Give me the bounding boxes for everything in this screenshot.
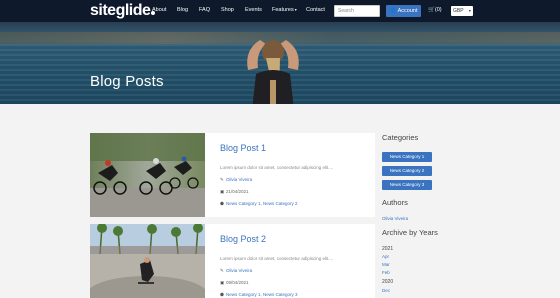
post-thumbnail-skatepark[interactable] bbox=[90, 224, 205, 298]
cart-count: (0) bbox=[434, 7, 442, 13]
post-thumbnail-cyclists[interactable] bbox=[90, 133, 205, 217]
caret-down-icon: ▾ bbox=[294, 7, 297, 12]
nav-link-features[interactable]: Features▾ bbox=[272, 7, 297, 13]
account-button[interactable]: 👤 Account bbox=[386, 5, 421, 17]
nav-link-shop[interactable]: Shop bbox=[221, 7, 234, 13]
author-name: Olivia Viveira bbox=[226, 268, 253, 273]
archive-month-link[interactable]: Apr bbox=[382, 254, 389, 259]
author-link[interactable]: Olivia Viveira bbox=[382, 216, 408, 221]
post-author[interactable]: ✎ Olivia Viveira bbox=[220, 177, 252, 183]
date-text: 09/04/2021 bbox=[226, 280, 249, 285]
cart-icon: 🛒 bbox=[428, 7, 435, 13]
post-date: ▣ 09/04/2021 bbox=[220, 280, 249, 286]
archive-year: 2021 bbox=[382, 246, 394, 252]
category-button-3[interactable]: News Category 3 bbox=[382, 180, 432, 190]
page-title: Blog Posts bbox=[90, 73, 164, 90]
nav-link-about[interactable]: About bbox=[152, 7, 166, 13]
archive-month-link[interactable]: Feb bbox=[382, 270, 390, 275]
site-logo[interactable]: siteglide bbox=[90, 2, 156, 20]
search-input[interactable]: Search bbox=[334, 5, 380, 17]
post-excerpt: Lorem ipsum dolor sit amet, consectetur … bbox=[220, 256, 334, 261]
post-title[interactable]: Blog Post 1 bbox=[220, 143, 266, 153]
archive-month-link[interactable]: Mar bbox=[382, 262, 390, 267]
post-title[interactable]: Blog Post 2 bbox=[220, 234, 266, 244]
categories-heading: Categories bbox=[382, 133, 419, 142]
cart-button[interactable]: 🛒(0) bbox=[428, 7, 442, 13]
post-categories[interactable]: ⬟ News Category 1, News Category 3 bbox=[220, 292, 298, 298]
archive-heading: Archive by Years bbox=[382, 228, 438, 237]
nav-link-contact[interactable]: Contact bbox=[306, 7, 325, 13]
chevron-down-icon: ▾ bbox=[468, 8, 471, 13]
user-icon: 👤 bbox=[389, 8, 397, 14]
top-nav: siteglide About Blog FAQ Shop Events Fea… bbox=[0, 0, 560, 22]
archive-month-link[interactable]: Dec bbox=[382, 288, 390, 293]
categories-text: News Category 1, News Category 2 bbox=[226, 201, 298, 206]
authors-heading: Authors bbox=[382, 198, 408, 207]
date-text: 21/04/2021 bbox=[226, 189, 249, 194]
hero-person-graphic bbox=[247, 40, 299, 104]
post-author[interactable]: ✎ Olivia Viveira bbox=[220, 268, 252, 274]
account-label: Account bbox=[397, 8, 418, 14]
category-button-1[interactable]: News Category 1 bbox=[382, 152, 432, 162]
post-card: Blog Post 1 Lorem ipsum dolor sit amet, … bbox=[90, 133, 375, 217]
hero-banner: Blog Posts bbox=[0, 22, 560, 104]
author-name: Olivia Viveira bbox=[226, 177, 253, 182]
category-button-2[interactable]: News Category 2 bbox=[382, 166, 432, 176]
post-categories[interactable]: ⬟ News Category 1, News Category 2 bbox=[220, 201, 298, 207]
post-date: ▣ 21/04/2021 bbox=[220, 189, 249, 195]
post-excerpt: Lorem ipsum dolor sit amet, consectetur … bbox=[220, 165, 334, 170]
categories-text: News Category 1, News Category 3 bbox=[226, 292, 298, 297]
nav-link-events[interactable]: Events bbox=[245, 7, 262, 13]
archive-year: 2020 bbox=[382, 279, 394, 285]
currency-value: GBP bbox=[453, 8, 464, 14]
nav-link-blog[interactable]: Blog bbox=[177, 7, 188, 13]
nav-link-faq[interactable]: FAQ bbox=[199, 7, 210, 13]
post-card: Blog Post 2 Lorem ipsum dolor sit amet, … bbox=[90, 224, 375, 298]
features-label: Features bbox=[272, 7, 294, 13]
currency-select[interactable]: GBP ▾ bbox=[451, 6, 473, 16]
